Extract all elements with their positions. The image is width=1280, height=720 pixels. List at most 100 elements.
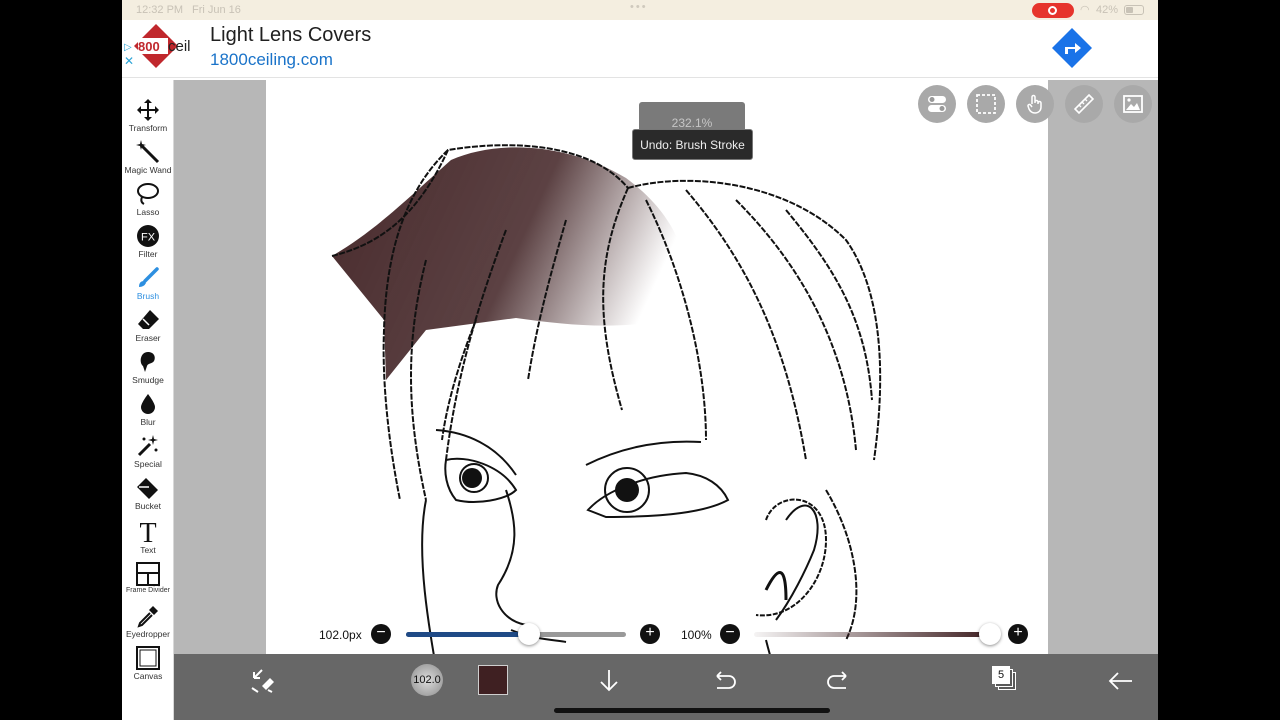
- quick-swap-icon[interactable]: [248, 666, 278, 696]
- tool-label: Brush: [136, 291, 160, 301]
- drawing-canvas[interactable]: [266, 80, 1048, 654]
- brush-sliders: 102.0px − + 100% − +: [174, 620, 1158, 650]
- brush-size-slider[interactable]: [406, 632, 626, 637]
- drawing-artwork: [331, 144, 882, 654]
- redo-icon[interactable]: [824, 666, 854, 696]
- ad-close-icon[interactable]: ✕: [124, 54, 134, 68]
- canvas-icon: [136, 646, 160, 670]
- tool-canvas[interactable]: Canvas: [122, 646, 174, 688]
- tool-magic-wand[interactable]: Magic Wand: [122, 140, 174, 182]
- tool-label: Blur: [140, 417, 156, 427]
- opacity-slider[interactable]: [754, 632, 990, 637]
- advertiser-logo: 800 ceil: [134, 24, 191, 68]
- svg-text:800: 800: [138, 39, 160, 54]
- brush-size-thumb[interactable]: [518, 623, 541, 645]
- magic-wand-icon: [136, 140, 160, 164]
- tool-special[interactable]: Special: [122, 434, 174, 476]
- tool-blur[interactable]: Blur: [122, 392, 174, 434]
- tool-text[interactable]: T Text: [122, 518, 174, 560]
- tool-label: Text: [140, 545, 156, 555]
- dashed-selection-icon: [976, 94, 996, 114]
- hand-pointer-icon: [1027, 94, 1042, 114]
- special-sparkle-icon: [137, 435, 158, 457]
- tool-filter[interactable]: FX Filter: [122, 224, 174, 266]
- multitask-dots-icon[interactable]: •••: [630, 1, 648, 13]
- frame-divider-icon: [136, 562, 160, 586]
- tool-eraser[interactable]: Eraser: [122, 308, 174, 350]
- tool-label: Magic Wand: [124, 165, 172, 175]
- workspace[interactable]: 232.1% Undo: Brush Stroke: [174, 80, 1158, 654]
- undo-tooltip: Undo: Brush Stroke: [632, 129, 753, 160]
- blur-drop-icon: [141, 394, 155, 414]
- tool-frame-divider[interactable]: Frame Divider: [122, 562, 174, 604]
- eyedropper-icon: [137, 606, 158, 628]
- status-date: Fri Jun 16: [192, 4, 241, 16]
- ruler-icon: [1074, 94, 1094, 114]
- text-icon: T: [139, 518, 156, 544]
- toggle-settings-button[interactable]: [918, 85, 956, 123]
- svg-text:T: T: [139, 518, 156, 544]
- size-decrease-button[interactable]: −: [371, 624, 391, 644]
- tool-label: Smudge: [132, 375, 164, 385]
- svg-text:FX: FX: [141, 232, 156, 244]
- tool-transform[interactable]: Transform: [122, 98, 174, 140]
- opacity-decrease-button[interactable]: −: [720, 624, 740, 644]
- tool-eyedropper[interactable]: Eyedropper: [122, 604, 174, 646]
- tool-lasso[interactable]: Lasso: [122, 182, 174, 224]
- back-arrow-icon[interactable]: [1106, 666, 1136, 696]
- brush-size-fill: [406, 632, 530, 637]
- material-image-button[interactable]: [1114, 85, 1152, 123]
- ios-status-bar: 12:32 PM Fri Jun 16 ••• ◠ 42%: [122, 0, 1158, 20]
- tool-brush[interactable]: Brush: [122, 266, 174, 308]
- fx-filter-icon: FX: [137, 225, 159, 247]
- opacity-thumb[interactable]: [979, 623, 1001, 645]
- status-time: 12:32 PM: [136, 4, 184, 16]
- tool-smudge[interactable]: Smudge: [122, 350, 174, 392]
- toggle-switch-icon: [928, 96, 946, 112]
- tool-label: Lasso: [136, 207, 160, 217]
- layers-button[interactable]: 5: [992, 666, 1018, 692]
- tool-label: Filter: [138, 249, 158, 259]
- ad-headline[interactable]: Light Lens Covers: [210, 24, 371, 47]
- layer-count: 5: [992, 666, 1010, 684]
- tool-label: Eraser: [135, 333, 161, 343]
- bottom-toolbar: 102.0 5: [174, 654, 1158, 720]
- touch-gesture-button[interactable]: [1016, 85, 1054, 123]
- move-arrows-icon: [137, 99, 159, 121]
- tool-label: Canvas: [133, 671, 163, 681]
- tool-label: Special: [134, 459, 162, 469]
- tool-label: Frame Divider: [126, 587, 170, 594]
- tool-label: Bucket: [135, 501, 161, 511]
- tool-sidebar: Transform Magic Wand Lasso FX Filter Bru…: [122, 80, 174, 720]
- ad-banner[interactable]: ▷ ✕ 800 ceil Light Lens Covers 1800ceili…: [122, 20, 1158, 78]
- size-increase-button[interactable]: +: [640, 624, 660, 644]
- smudge-icon: [140, 352, 155, 372]
- download-arrow-icon[interactable]: [594, 666, 624, 696]
- svg-text:ceil: ceil: [168, 38, 191, 55]
- app-window: 12:32 PM Fri Jun 16 ••• ◠ 42% ▷ ✕ 800 ce…: [122, 0, 1158, 720]
- ad-directions-icon[interactable]: [1052, 28, 1092, 68]
- home-indicator[interactable]: [554, 708, 830, 713]
- wifi-icon: ◠: [1080, 4, 1090, 16]
- selection-button[interactable]: [967, 85, 1005, 123]
- color-swatch-button[interactable]: [478, 665, 508, 695]
- opacity-increase-button[interactable]: +: [1008, 624, 1028, 644]
- undo-icon[interactable]: [709, 666, 739, 696]
- brush-size-preview-button[interactable]: 102.0: [411, 664, 443, 696]
- tool-label: Eyedropper: [126, 629, 170, 639]
- ruler-button[interactable]: [1065, 85, 1103, 123]
- image-icon: [1123, 95, 1143, 113]
- tool-bucket[interactable]: Bucket: [122, 476, 174, 518]
- brush-size-value: 102.0px: [319, 628, 362, 642]
- tool-label: Transform: [128, 123, 168, 133]
- ad-url[interactable]: 1800ceiling.com: [210, 50, 333, 70]
- battery-icon: [1124, 5, 1144, 15]
- opacity-value: 100%: [681, 628, 712, 642]
- lasso-icon: [137, 183, 159, 205]
- brush-icon: [139, 267, 159, 287]
- eraser-icon: [138, 310, 159, 329]
- battery-percent: 42%: [1096, 4, 1119, 16]
- screen-record-icon[interactable]: [1032, 3, 1074, 18]
- adchoices-icon[interactable]: ▷: [124, 42, 132, 53]
- bucket-icon: [137, 478, 158, 499]
